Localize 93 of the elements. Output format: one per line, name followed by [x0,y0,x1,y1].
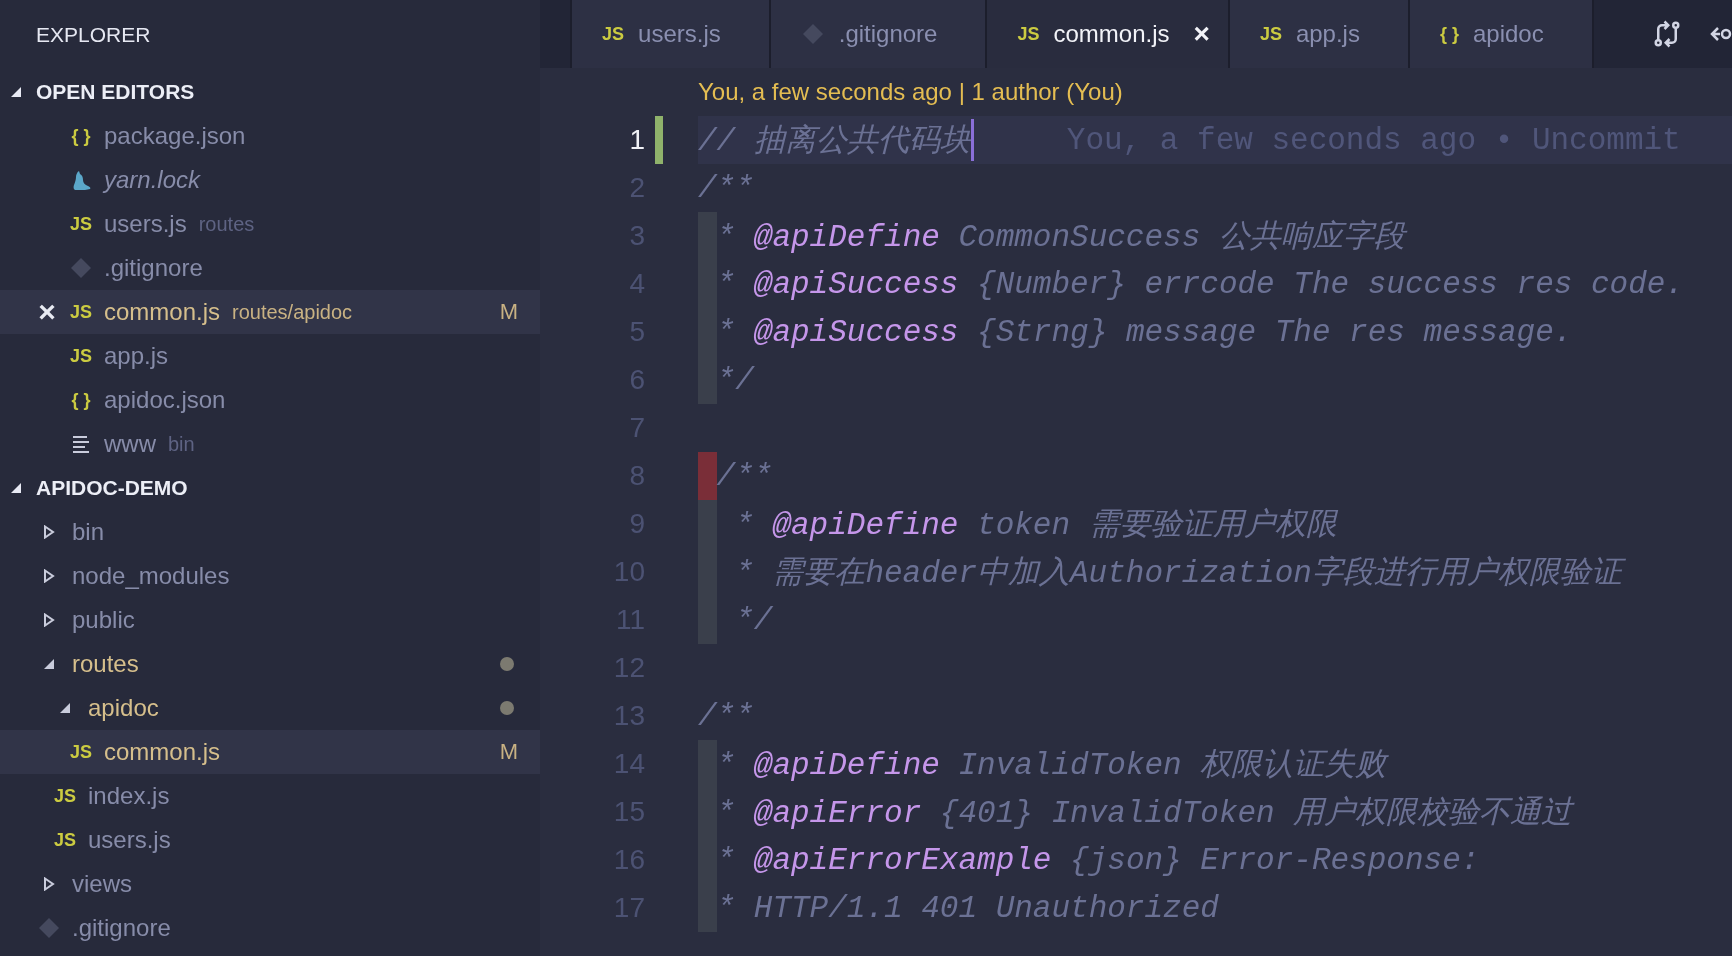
js-icon: JS [70,213,92,235]
file-item[interactable]: .gitignore [0,906,540,950]
section-header[interactable]: APIDOC-DEMO [36,476,188,500]
code-text: /** [698,170,754,206]
editor-tab[interactable]: JS app.js [1229,0,1410,68]
file-name: users.js [88,826,171,854]
folder-item[interactable]: routes [0,642,540,686]
js-icon: JS [70,345,92,367]
js-icon: JS [602,23,625,45]
file-name: app.js [104,342,169,370]
editor-tab[interactable]: JS common.js × [987,0,1230,68]
code-text: // 抽离公共代码块 [698,123,971,161]
section-header[interactable]: OPEN EDITORS [36,80,195,104]
folder-name: views [72,870,132,898]
editor-tab[interactable]: { } apidoc [1409,0,1594,68]
folder-name: node_modules [72,562,230,590]
editor-tab[interactable]: JS users.js [572,0,771,68]
open-editor-item[interactable]: { } package.json [0,114,540,158]
folder-name: routes [72,650,139,678]
code-text: */ [716,362,754,398]
file-name: index.js [88,782,170,810]
code-text: /** [698,698,754,734]
braces-icon: { } [71,389,91,411]
file-name: apidoc.json [104,386,226,414]
file-item[interactable]: JS index.js [0,774,540,818]
collapsed-arrow-icon[interactable] [43,877,55,891]
open-editor-item[interactable]: × JS common.js routes/apidoc M [0,290,540,334]
braces-icon: { } [71,125,91,147]
compare-changes-icon[interactable] [1652,19,1682,49]
close-icon[interactable]: × [1193,18,1210,50]
js-icon: JS [1259,23,1282,45]
editor-tab[interactable]: .gitignore [770,0,988,68]
code-text: * @apiSuccess {Strng} message The res message. [716,314,1573,350]
folder-name: public [72,606,135,634]
collapsed-arrow-icon[interactable] [43,525,55,539]
file-path: bin [168,432,195,456]
open-editor-item[interactable]: { } apidoc.json [0,378,540,422]
line-number: 1 [628,124,645,156]
text-cursor [970,119,974,161]
folder-item[interactable]: views [0,862,540,906]
code-text: * @apiErrorExample {json} Error-Response: [716,842,1480,878]
js-icon: JS [70,301,92,323]
code-text: * HTTP/1.1 401 Unauthorized [716,890,1219,926]
file-name: users.js [104,210,187,238]
expanded-arrow-icon[interactable] [59,702,71,714]
file-item[interactable]: JS common.js M [0,730,540,774]
open-editor-item[interactable]: JS app.js [0,334,540,378]
js-icon: JS [70,741,92,763]
collapsed-arrow-icon[interactable] [43,569,55,583]
file-path: routes [198,212,255,236]
error-marker [698,452,717,500]
js-icon: JS [1017,23,1040,45]
code-text: * @apiDefine token 需要验证用户权限 [734,507,1337,545]
file-name: yarn.lock [104,166,201,194]
code-text: * @apiDefine InvalidToken 权限认证失败 [716,747,1387,785]
status-letter: M [499,299,518,325]
code-text: /** [716,458,773,494]
sidebar-title: EXPLORER [36,23,151,47]
folder-item[interactable]: apidoc [0,686,540,730]
folder-name: bin [72,518,105,546]
open-editor-item[interactable]: www bin [0,422,540,466]
file-item[interactable]: JS users.js [0,818,540,862]
file-name: common.js [104,738,221,766]
folder-item[interactable]: public [0,598,540,642]
open-editor-item[interactable]: JS users.js routes [0,202,540,246]
expanded-arrow-icon[interactable] [43,658,55,670]
open-editor-item[interactable]: yarn.lock [0,158,540,202]
js-icon: JS [54,829,76,851]
file-name: .gitignore [104,254,203,282]
expanded-arrow-icon[interactable] [10,482,22,494]
file-name: package.json [104,122,246,150]
code-text: * @apiSuccess {Number} errcode The success res code. [716,266,1684,302]
close-icon[interactable]: × [34,295,60,329]
file-name: common.js [104,298,221,326]
folder-item[interactable]: bin [0,510,540,554]
diamond-icon [69,256,93,280]
expanded-arrow-icon[interactable] [10,86,22,98]
folder-item[interactable]: node_modules [0,554,540,598]
js-icon: JS [54,785,76,807]
code-text: */ [734,602,773,638]
open-editor-item[interactable]: .gitignore [0,246,540,290]
diamond-icon [37,916,61,940]
codelens-text[interactable]: You, a few seconds ago | 1 author (You) [698,78,1123,106]
lines-icon [71,434,91,454]
file-name: www [104,430,156,458]
status-letter: M [499,739,518,765]
file-path: routes/apidoc [232,300,353,324]
collapsed-arrow-icon[interactable] [43,613,55,627]
braces-icon: { } [1439,23,1459,45]
folder-name: apidoc [88,694,159,722]
indent-marker [698,500,717,548]
file-name: .gitignore [72,914,171,942]
code-text: * @apiError {401} InvalidToken 用户权限校验不通过 [716,795,1573,833]
